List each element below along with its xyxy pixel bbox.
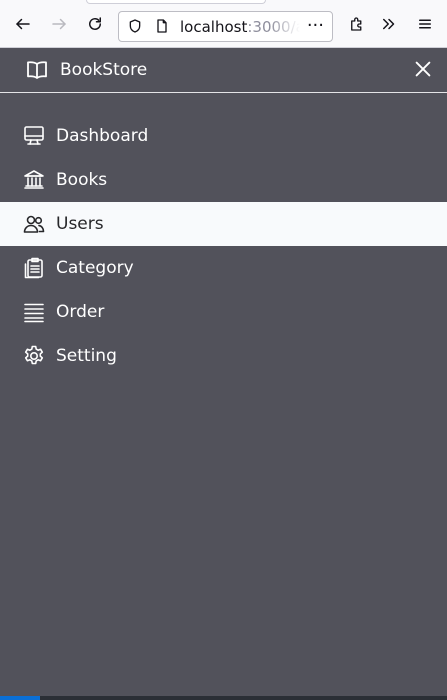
- list-lines-icon: [22, 300, 46, 324]
- url-path: :3000/ac: [247, 18, 300, 36]
- url-text[interactable]: localhost:3000/ac: [180, 18, 300, 36]
- overflow-button[interactable]: [377, 12, 401, 36]
- browser-toolbar: localhost:3000/ac ···: [0, 0, 447, 48]
- sidebar-item-label: Setting: [56, 346, 117, 366]
- sidebar-item-label: Order: [56, 302, 105, 322]
- sidebar-item-label: Category: [56, 258, 134, 278]
- sidebar-item-order[interactable]: Order: [0, 290, 447, 334]
- sidebar-item-label: Users: [56, 214, 104, 234]
- reload-icon: [89, 17, 101, 30]
- arrow-right-icon: [52, 18, 66, 30]
- sidebar-item-setting[interactable]: Setting: [0, 334, 447, 378]
- puzzle-icon: [351, 17, 362, 31]
- sidebar-item-users[interactable]: Users: [0, 202, 447, 246]
- hamburger-icon: [419, 19, 431, 29]
- sidebar-item-category[interactable]: Category: [0, 246, 447, 290]
- sidebar-item-label: Dashboard: [56, 126, 149, 146]
- clipboard-list-icon: [22, 256, 46, 280]
- close-icon: [415, 61, 431, 77]
- sidebar-item-label: Books: [56, 170, 108, 190]
- page-actions-button[interactable]: ···: [307, 16, 324, 36]
- sidebar-item-books[interactable]: Books: [0, 158, 447, 202]
- forward-button[interactable]: [47, 12, 71, 36]
- monitor-icon: [22, 124, 46, 148]
- back-button[interactable]: [11, 12, 35, 36]
- double-chevron-right-icon: [383, 18, 395, 30]
- users-icon: [22, 212, 46, 236]
- sidebar-header: BookStore: [0, 48, 447, 93]
- extensions-button[interactable]: [345, 12, 369, 36]
- close-sidebar-button[interactable]: [412, 58, 436, 82]
- open-book-icon: [25, 58, 49, 82]
- arrow-left-icon: [16, 18, 30, 30]
- app-menu-button[interactable]: [413, 12, 437, 36]
- reload-button[interactable]: [83, 12, 107, 36]
- url-host: localhost: [180, 18, 248, 36]
- library-building-icon: [22, 168, 46, 192]
- os-taskbar: [0, 696, 447, 700]
- sidebar-menu: Dashboard Books Users Category Order Set…: [0, 114, 447, 378]
- sidebar-item-dashboard[interactable]: Dashboard: [0, 114, 447, 158]
- page-icon[interactable]: [154, 18, 170, 34]
- gear-icon: [22, 344, 46, 368]
- browser-tab[interactable]: [86, 0, 266, 4]
- start-button[interactable]: [0, 696, 40, 700]
- url-bar[interactable]: localhost:3000/ac ···: [118, 11, 333, 42]
- brand-title: BookStore: [60, 60, 148, 80]
- shield-icon[interactable]: [127, 18, 143, 34]
